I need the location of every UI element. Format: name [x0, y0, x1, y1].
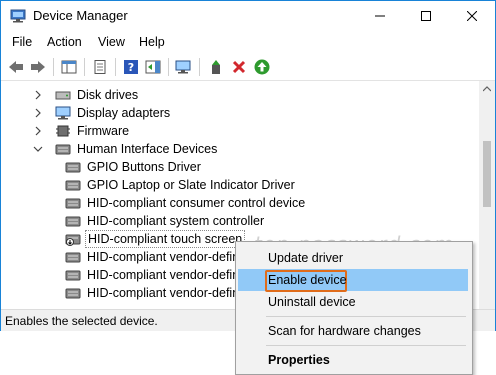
- tree-device-item[interactable]: HID-compliant vendor-defin: [65, 284, 241, 302]
- hid-device-icon: [65, 198, 81, 209]
- maximize-button[interactable]: [403, 1, 449, 31]
- toolbar-separator: [199, 58, 200, 76]
- chevron-down-icon[interactable]: [33, 144, 43, 154]
- firmware-chip-icon: [56, 125, 70, 137]
- tree-category-label: Firmware: [77, 124, 130, 138]
- chevron-right-icon[interactable]: [33, 108, 43, 118]
- hid-device-icon: [65, 216, 81, 227]
- green-up-arrow-icon: [254, 59, 270, 75]
- help-icon: ?: [124, 60, 138, 74]
- back-button[interactable]: [6, 57, 26, 77]
- tree-device-item-selected[interactable]: HID-compliant touch screen: [65, 230, 246, 248]
- action-pane-icon: [145, 60, 161, 74]
- menu-separator: [266, 316, 466, 317]
- enable-device-button[interactable]: [252, 57, 272, 77]
- menu-item-label: Update driver: [268, 251, 344, 265]
- uninstall-device-button[interactable]: [229, 57, 249, 77]
- back-arrow-icon: [9, 61, 23, 73]
- minimize-icon: [375, 15, 385, 17]
- menu-item-label: Enable device: [268, 273, 347, 287]
- display-adapter-icon: [55, 106, 71, 120]
- hid-category-icon: [55, 144, 71, 155]
- properties-toolbar-button[interactable]: [90, 57, 110, 77]
- close-icon: [467, 11, 477, 21]
- chevron-right-icon[interactable]: [33, 126, 43, 136]
- tree-device-label: GPIO Laptop or Slate Indicator Driver: [87, 178, 295, 192]
- menu-item-properties[interactable]: Properties: [238, 349, 468, 371]
- hid-device-icon: [65, 252, 81, 263]
- menu-bar: File Action View Help: [1, 32, 495, 53]
- monitor-scan-icon: [175, 60, 191, 74]
- tree-device-item[interactable]: HID-compliant vendor-defin: [65, 248, 241, 266]
- tree-device-label: HID-compliant system controller: [87, 214, 265, 228]
- menu-file[interactable]: File: [12, 35, 32, 49]
- help-toolbar-button[interactable]: ?: [121, 57, 141, 77]
- forward-button[interactable]: [28, 57, 48, 77]
- vertical-scrollbar[interactable]: [479, 81, 495, 309]
- tree-category-firmware[interactable]: Firmware: [33, 122, 131, 140]
- tree-category-label: Display adapters: [77, 106, 171, 120]
- hid-device-icon: [65, 270, 81, 281]
- update-driver-icon: [212, 60, 220, 74]
- tree-category-display-adapters[interactable]: Display adapters: [33, 104, 172, 122]
- status-text: Enables the selected device.: [5, 314, 158, 328]
- scrollbar-thumb[interactable]: [483, 141, 491, 207]
- tree-device-label: HID-compliant vendor-defin: [87, 268, 240, 282]
- menu-help[interactable]: Help: [139, 35, 165, 49]
- disabled-hid-device-icon: [65, 234, 81, 246]
- toolbar-separator: [84, 58, 85, 76]
- context-menu: Update driver Enable device Uninstall de…: [235, 241, 473, 375]
- properties-sheet-icon: [94, 60, 106, 74]
- disk-drive-icon: [55, 91, 71, 100]
- menu-action[interactable]: Action: [47, 35, 82, 49]
- device-manager-icon: [10, 9, 26, 23]
- tree-device-label: HID-compliant touch screen: [85, 230, 246, 248]
- window-title: Device Manager: [33, 8, 128, 23]
- tree-device-label: HID-compliant vendor-defin: [87, 250, 240, 264]
- menu-view[interactable]: View: [98, 35, 125, 49]
- hid-device-icon: [65, 288, 81, 299]
- tree-device-item[interactable]: HID-compliant system controller: [65, 212, 266, 230]
- menu-item-update-driver[interactable]: Update driver: [238, 247, 468, 269]
- menu-item-label: Properties: [268, 353, 330, 367]
- menu-item-uninstall-device[interactable]: Uninstall device: [238, 291, 468, 313]
- menu-item-label: Uninstall device: [268, 295, 356, 309]
- forward-arrow-icon: [31, 61, 45, 73]
- tree-device-item[interactable]: GPIO Laptop or Slate Indicator Driver: [65, 176, 297, 194]
- minimize-button[interactable]: [357, 1, 403, 31]
- scroll-up-button[interactable]: [479, 81, 495, 97]
- tree-device-label: HID-compliant consumer control device: [87, 196, 306, 210]
- menu-item-label: Scan for hardware changes: [268, 324, 421, 338]
- tree-device-label: GPIO Buttons Driver: [87, 160, 201, 174]
- toolbar-separator: [115, 58, 116, 76]
- tree-device-label: HID-compliant vendor-defin: [87, 286, 240, 300]
- toolbar: ?: [1, 54, 495, 81]
- chevron-right-icon[interactable]: [33, 90, 43, 100]
- title-bar[interactable]: Device Manager: [1, 1, 495, 31]
- tree-category-label: Human Interface Devices: [77, 142, 218, 156]
- update-driver-button[interactable]: [206, 57, 226, 77]
- action-pane-button[interactable]: [143, 57, 163, 77]
- scan-hardware-button[interactable]: [174, 57, 194, 77]
- menu-item-enable-device[interactable]: Enable device: [238, 269, 468, 292]
- maximize-icon: [421, 11, 431, 21]
- tree-category-label: Disk drives: [77, 88, 139, 102]
- show-hide-console-tree-button[interactable]: [59, 57, 79, 77]
- close-button[interactable]: [449, 1, 495, 31]
- hid-device-icon: [65, 162, 81, 173]
- hid-device-icon: [65, 180, 81, 191]
- toolbar-separator: [53, 58, 54, 76]
- tree-device-item[interactable]: GPIO Buttons Driver: [65, 158, 203, 176]
- menu-item-scan-hardware[interactable]: Scan for hardware changes: [238, 320, 468, 342]
- tree-device-item[interactable]: HID-compliant consumer control device: [65, 194, 307, 212]
- red-x-icon: [232, 60, 246, 74]
- svg-text:?: ?: [128, 61, 134, 74]
- console-tree-icon: [61, 60, 77, 74]
- scroll-up-arrow-icon: [483, 86, 491, 92]
- tree-category-disk-drives[interactable]: Disk drives: [33, 86, 140, 104]
- tree-device-item[interactable]: HID-compliant vendor-defin: [65, 266, 241, 284]
- menu-separator: [266, 345, 466, 346]
- toolbar-separator: [168, 58, 169, 76]
- tree-category-human-interface-devices[interactable]: Human Interface Devices: [33, 140, 219, 158]
